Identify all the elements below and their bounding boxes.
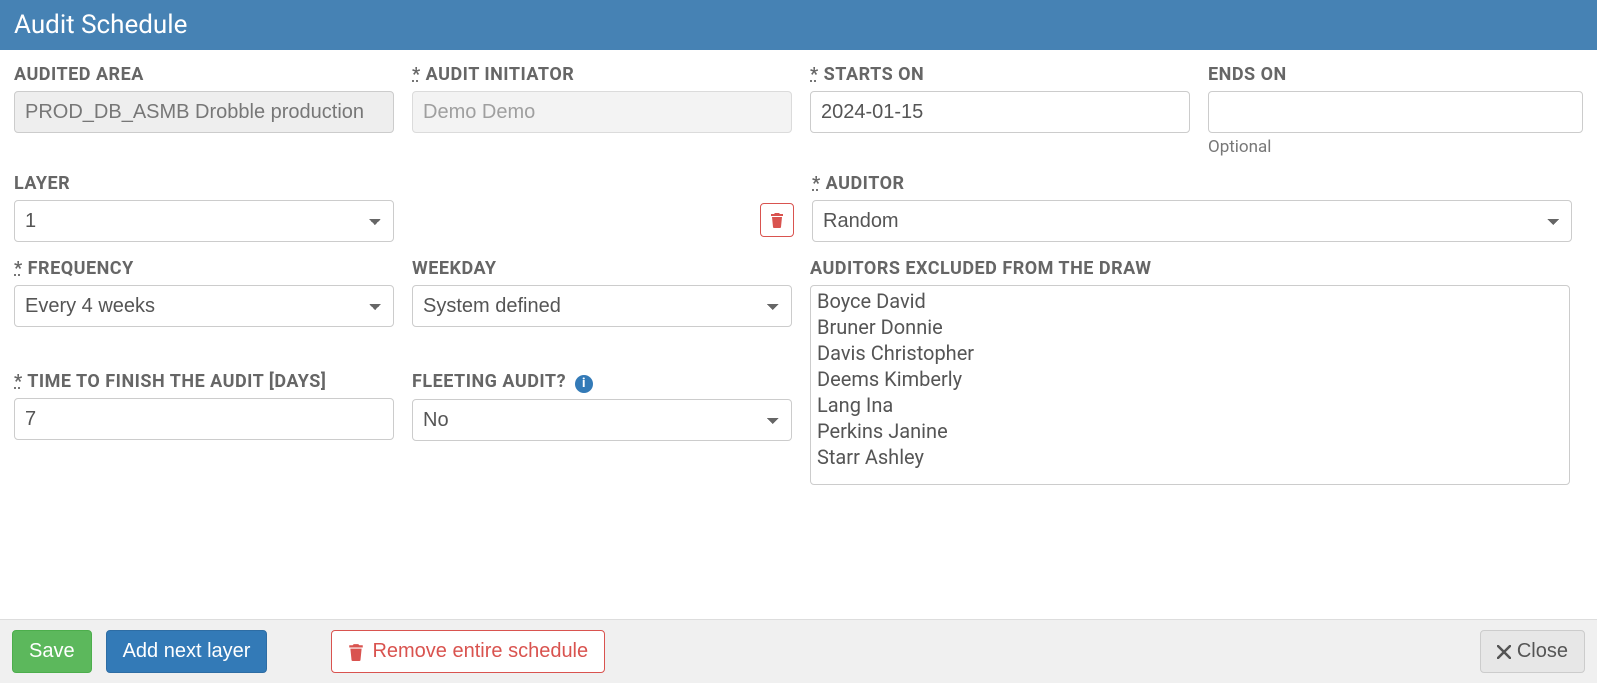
frequency-label: * FREQUENCY <box>14 258 394 279</box>
delete-layer-button[interactable] <box>760 203 794 237</box>
weekday-label: WEEKDAY <box>412 258 792 279</box>
starts-on-label: * STARTS ON <box>810 64 1190 85</box>
list-item[interactable]: Starr Ashley <box>817 444 1563 470</box>
list-item[interactable]: Deems Kimberly <box>817 366 1563 392</box>
close-button[interactable]: Close <box>1480 630 1585 673</box>
excluded-label: AUDITORS EXCLUDED FROM THE DRAW <box>810 258 1570 279</box>
trash-icon <box>348 643 364 661</box>
frequency-select[interactable]: Every 4 weeks <box>14 285 394 327</box>
weekday-select[interactable]: System defined <box>412 285 792 327</box>
ends-on-input[interactable] <box>1208 91 1583 133</box>
audited-area-input <box>14 91 394 133</box>
dialog-footer: Save Add next layer Remove entire schedu… <box>0 619 1597 683</box>
ends-on-label: ENDS ON <box>1208 64 1583 85</box>
audit-initiator-select: Demo Demo <box>412 91 792 133</box>
info-icon[interactable]: i <box>575 375 593 393</box>
fleeting-label: FLEETING AUDIT? i <box>412 371 792 393</box>
auditor-label: * AUDITOR <box>812 173 1572 194</box>
dialog-title: Audit Schedule <box>14 10 187 40</box>
list-item[interactable]: Perkins Janine <box>817 418 1563 444</box>
save-button[interactable]: Save <box>12 630 92 673</box>
list-item[interactable]: Bruner Donnie <box>817 314 1563 340</box>
dialog-header: Audit Schedule <box>0 0 1597 50</box>
starts-on-input[interactable] <box>810 91 1190 133</box>
list-item[interactable]: Boyce David <box>817 288 1563 314</box>
list-item[interactable]: Lang Ina <box>817 392 1563 418</box>
add-next-layer-button[interactable]: Add next layer <box>106 630 268 673</box>
audited-area-label: AUDITED AREA <box>14 64 394 85</box>
trash-icon <box>770 212 784 228</box>
fleeting-select[interactable]: No <box>412 399 792 441</box>
time-to-finish-input[interactable] <box>14 398 394 440</box>
close-icon <box>1497 645 1511 659</box>
excluded-auditors-listbox[interactable]: Boyce DavidBruner DonnieDavis Christophe… <box>810 285 1570 485</box>
layer-select[interactable]: 1 <box>14 200 394 242</box>
dialog-body: AUDITED AREA * AUDIT INITIATOR Demo Demo… <box>0 50 1597 477</box>
audit-initiator-label: * AUDIT INITIATOR <box>412 64 792 85</box>
list-item[interactable]: Davis Christopher <box>817 340 1563 366</box>
time-to-finish-label: * TIME TO FINISH THE AUDIT [DAYS] <box>14 371 394 392</box>
auditor-select[interactable]: Random <box>812 200 1572 242</box>
remove-schedule-button[interactable]: Remove entire schedule <box>331 630 605 673</box>
ends-on-hint: Optional <box>1208 137 1583 157</box>
layer-label: LAYER <box>14 173 394 194</box>
